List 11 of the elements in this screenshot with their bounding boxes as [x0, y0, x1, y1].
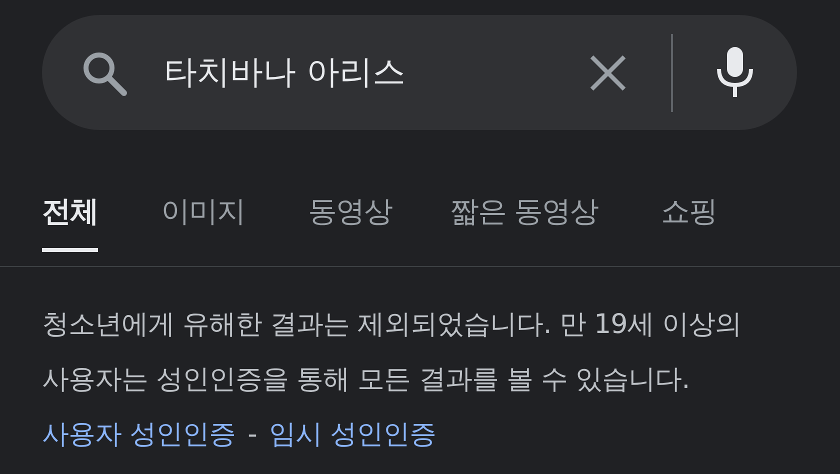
tab[interactable]: 쇼핑 — [661, 178, 718, 252]
close-icon[interactable] — [589, 54, 627, 92]
microphone-icon[interactable] — [715, 46, 755, 98]
link[interactable]: 사용자 성인인증 — [42, 419, 236, 450]
notice-text: 청소년에게 유해한 결과는 제외되었습니다. 만 19세 이상의 사용자는 성인인증을 통해 모든 결과를 볼 수 있습니다. 사용자 성인인증 - 임시 성인인증 — [42, 308, 742, 452]
tab[interactable]: 짧은 동영상 — [450, 178, 598, 252]
tab[interactable]: 이미지 — [161, 178, 245, 252]
search-field[interactable]: 타치바나 아리스 — [164, 48, 569, 98]
tab[interactable]: 전체 — [42, 178, 98, 252]
tab[interactable]: 동영상 — [308, 178, 392, 252]
link[interactable]: 임시 성인인증 — [268, 419, 436, 450]
